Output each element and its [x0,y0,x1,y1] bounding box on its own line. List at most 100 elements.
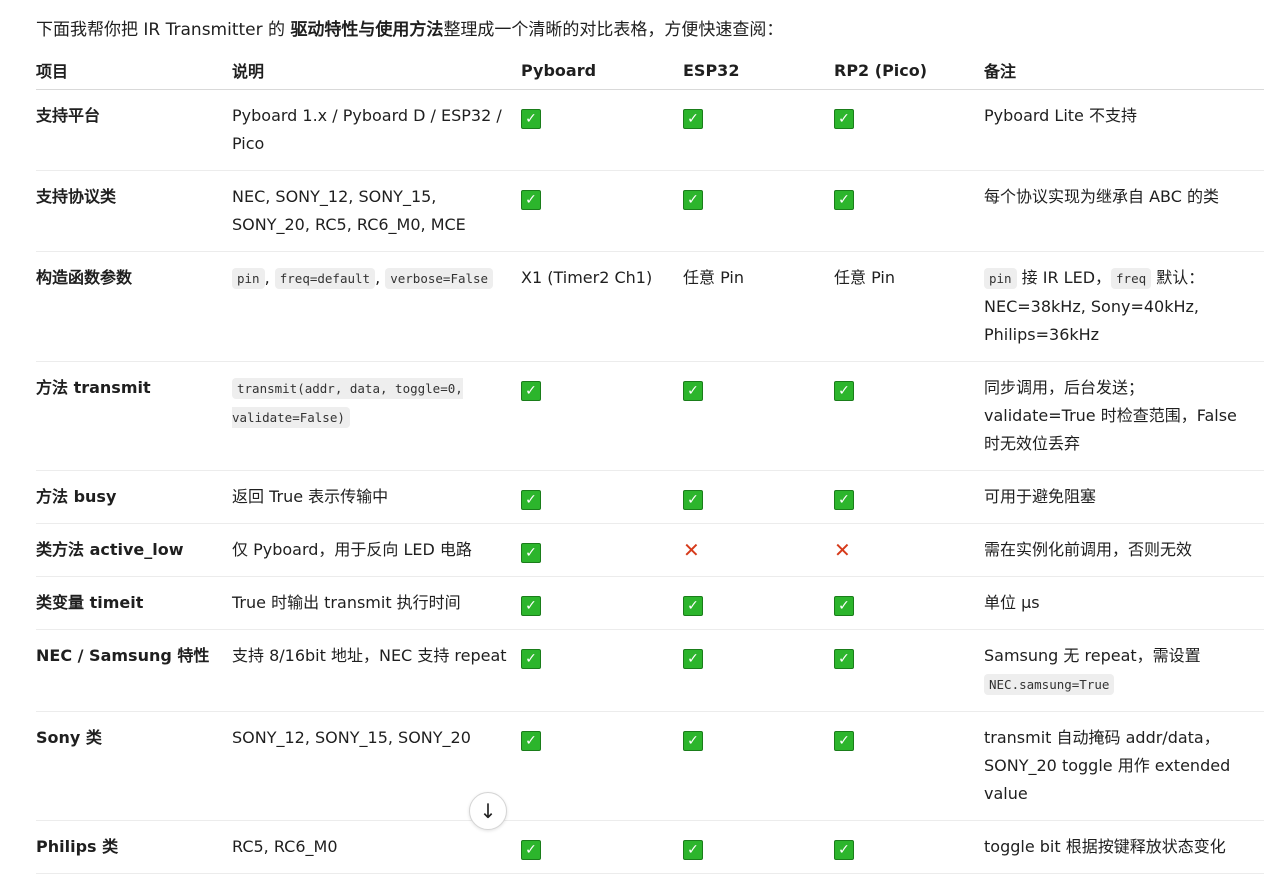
scroll-down-button[interactable]: ↓ [469,792,507,830]
white-check-mark-icon: ✓ [683,596,703,616]
row-esp32: 任意 Pin [683,251,834,362]
white-check-mark-icon: ✓ [834,109,854,129]
row-esp32: ✓ [683,629,834,712]
row-item: NEC / Samsung 特性 [36,629,232,712]
row-rp2: 任意 Pin [834,251,984,362]
row-esp32: ✓ [683,89,834,171]
cell-text: 任意 Pin [683,268,744,287]
row-desc: 返回 True 表示传输中 [232,470,521,524]
row-rp2: ✓ [834,470,984,524]
cell-text: 同步调用，后台发送；validate=True 时检查范围，False 时无效位… [984,378,1237,453]
white-check-mark-icon: ✓ [521,649,541,669]
row-esp32: ✕ [683,523,834,577]
row-desc: True 时输出 transmit 执行时间 [232,576,521,630]
table-row: 方法 busy 返回 True 表示传输中 ✓ ✓ ✓ 可用于避免阻塞 [36,470,1264,524]
white-check-mark-icon: ✓ [521,731,541,751]
table-row: Sony 类 SONY_12, SONY_15, SONY_20 ✓ ✓ ✓ transm… [36,711,1264,821]
white-check-mark-icon: ✓ [683,190,703,210]
table-row: 类方法 active_low 仅 Pyboard，用于反向 LED 电路 ✓ ✕ ✕ 需在… [36,523,1264,577]
white-check-mark-icon: ✓ [683,840,703,860]
white-check-mark-icon: ✓ [683,649,703,669]
header-pyboard: Pyboard [521,52,683,90]
header-esp32: ESP32 [683,52,834,90]
intro-suffix: 整理成一个清晰的对比表格，方便快速查阅： [443,20,784,40]
cell-text: 每个协议实现为继承自 ABC 的类 [984,187,1219,206]
white-check-mark-icon: ✓ [683,109,703,129]
row-esp32: ✓ [683,470,834,524]
row-pyboard: ✓ [521,629,683,712]
row-desc: transmit(addr, data, toggle=0, validate=… [232,361,521,471]
header-desc: 说明 [232,52,521,90]
inline-code: pin [984,268,1017,289]
cell-text: , [375,268,386,287]
row-pyboard: ✓ [521,523,683,577]
row-desc: NEC, SONY_12, SONY_15, SONY_20, RC5, RC6… [232,170,521,252]
intro-prefix: 下面我帮你把 IR Transmitter 的 [36,20,291,40]
cell-text: 支持 8/16bit 地址，NEC 支持 repeat [232,646,507,665]
row-rp2: ✓ [834,820,984,874]
row-esp32: ✓ [683,361,834,471]
white-check-mark-icon: ✓ [834,490,854,510]
inline-code: pin [232,268,265,289]
row-desc: pin, freq=default, verbose=False [232,251,521,362]
row-note: Pyboard Lite 不支持 [984,89,1264,171]
row-desc: RC5, RC6_M0 [232,820,521,874]
white-check-mark-icon: ✓ [834,596,854,616]
row-desc: 支持 8/16bit 地址，NEC 支持 repeat [232,629,521,712]
cell-text: 任意 Pin [834,268,895,287]
row-note: 单位 μs [984,576,1264,630]
cell-text: RC5, RC6_M0 [232,837,338,856]
row-note: 每个协议实现为继承自 ABC 的类 [984,170,1264,252]
row-item: 方法 transmit [36,361,232,471]
row-esp32: ✓ [683,820,834,874]
table-row: 支持平台 Pyboard 1.x / Pyboard D / ESP32 / Pi… [36,89,1264,171]
white-check-mark-icon: ✓ [683,381,703,401]
row-pyboard: ✓ [521,89,683,171]
cell-text: 可用于避免阻塞 [984,487,1097,506]
row-pyboard: ✓ [521,820,683,874]
table-header-row: 项目 说明 Pyboard ESP32 RP2 (Pico) 备注 [36,52,1264,90]
cell-text: NEC, SONY_12, SONY_15, SONY_20, RC5, RC6… [232,187,466,234]
cell-text: X1 (Timer2 Ch1) [521,268,653,287]
cell-text: , [264,268,275,287]
intro-text: 下面我帮你把 IR Transmitter 的 驱动特性与使用方法整理成一个清晰… [36,18,783,42]
table-row: 构造函数参数 pin, freq=default, verbose=False X1… [36,251,1264,362]
row-item: Philips 类 [36,820,232,874]
white-check-mark-icon: ✓ [834,840,854,860]
white-check-mark-icon: ✓ [521,596,541,616]
cell-text: Pyboard Lite 不支持 [984,106,1137,125]
row-rp2: ✓ [834,170,984,252]
row-item: 支持协议类 [36,170,232,252]
row-rp2: ✓ [834,711,984,821]
cell-text: 接 IR LED， [1016,268,1112,287]
table-row: Philips 类 RC5, RC6_M0 ✓ ✓ ✓ toggle bit 根据按键释放… [36,820,1264,874]
inline-code: freq [1111,268,1152,289]
row-note: Samsung 无 repeat，需设置 NEC.samsung=True [984,629,1264,712]
row-note: 同步调用，后台发送；validate=True 时检查范围，False 时无效位… [984,361,1264,471]
row-pyboard: ✓ [521,711,683,821]
header-note: 备注 [984,52,1264,90]
header-item: 项目 [36,52,232,90]
arrow-down-icon: ↓ [479,799,497,823]
row-item: 构造函数参数 [36,251,232,362]
row-pyboard: ✓ [521,170,683,252]
white-check-mark-icon: ✓ [834,381,854,401]
white-check-mark-icon: ✓ [683,731,703,751]
white-check-mark-icon: ✓ [521,543,541,563]
row-pyboard: ✓ [521,576,683,630]
white-check-mark-icon: ✓ [521,490,541,510]
row-rp2: ✕ [834,523,984,577]
cell-text: 需在实例化前调用，否则无效 [984,540,1193,559]
inline-code: transmit(addr, data, toggle=0, validate=… [232,378,463,428]
row-pyboard: ✓ [521,470,683,524]
table-row: 类变量 timeit True 时输出 transmit 执行时间 ✓ ✓ ✓ 单位 μs [36,576,1264,630]
row-rp2: ✓ [834,629,984,712]
row-esp32: ✓ [683,170,834,252]
row-rp2: ✓ [834,576,984,630]
inline-code: verbose=False [385,268,494,289]
row-note: 需在实例化前调用，否则无效 [984,523,1264,577]
row-note: transmit 自动掩码 addr/data，SONY_20 toggle 用… [984,711,1264,821]
row-rp2: ✓ [834,89,984,171]
cell-text: True 时输出 transmit 执行时间 [232,593,461,612]
row-item: 类变量 timeit [36,576,232,630]
